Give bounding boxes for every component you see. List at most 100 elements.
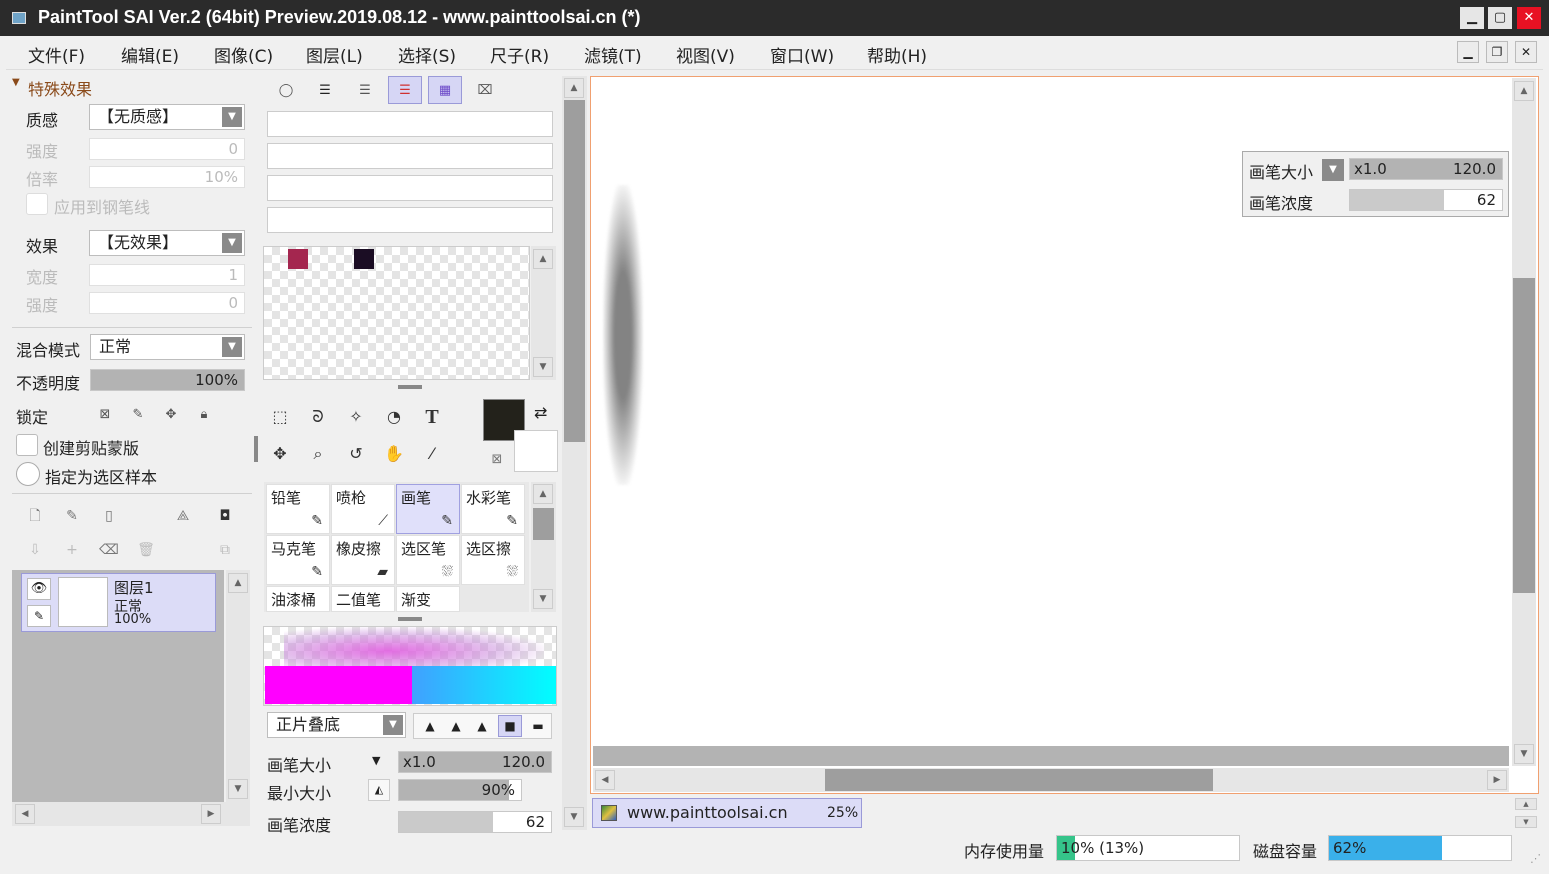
texture-strength-slider[interactable]: 0 (89, 138, 245, 160)
brush-tool[interactable]: 画笔 ✎ (396, 484, 460, 534)
color-slider-4[interactable] (267, 207, 553, 233)
color-slider-3[interactable] (267, 175, 553, 201)
scroll-down-icon[interactable]: ▼ (564, 807, 584, 827)
menu-ruler[interactable]: 尺子(R) (490, 42, 549, 67)
canvas-vscrollbar[interactable] (1512, 78, 1536, 766)
swatch[interactable] (288, 249, 308, 269)
chevron-down-icon[interactable]: ▼ (1322, 159, 1344, 181)
resize-grip-icon[interactable]: ⋰ (1530, 852, 1541, 865)
eyedropper-icon[interactable]: ⁄ (415, 437, 449, 471)
scroll-down-icon[interactable]: ▼ (533, 357, 553, 377)
layer-row[interactable]: 👁︎ ✎ 图层1 正常 100% (21, 573, 216, 632)
scroll-down-icon[interactable]: ▼ (228, 779, 248, 799)
menu-view[interactable]: 视图(V) (676, 42, 735, 67)
brush-tool[interactable]: 选区笔 ⛆ (396, 535, 460, 585)
effects-header[interactable]: 特殊效果 (28, 76, 92, 100)
hand-icon[interactable]: ✋ (377, 437, 411, 471)
shape-square-icon[interactable]: ■ (498, 715, 522, 737)
pen-icon[interactable]: ✎ (27, 605, 51, 627)
brush-tool[interactable]: 橡皮擦 ▰ (331, 535, 395, 585)
close-button[interactable]: ✕ (1517, 7, 1541, 29)
brush-tool[interactable]: 油漆桶 (266, 586, 330, 612)
new-linework-layer-icon[interactable]: ✎ (61, 505, 83, 527)
minimize-button[interactable]: ▁ (1460, 7, 1484, 29)
scroll-left-icon[interactable]: ◀ (15, 804, 35, 824)
scroll-left-icon[interactable]: ◀ (595, 770, 615, 790)
text-icon[interactable]: T (415, 400, 449, 434)
clipping-mask-checkbox[interactable] (16, 434, 38, 456)
color-mixer[interactable] (263, 626, 557, 706)
scroll-down-icon[interactable]: ▼ (1514, 744, 1534, 764)
lasso-icon[interactable]: ᘐ (301, 400, 335, 434)
shape-sharp-icon[interactable]: ▲ (420, 716, 440, 736)
scroll-down-icon[interactable]: ▼ (533, 589, 553, 609)
menu-filter[interactable]: 滤镜(T) (584, 42, 642, 67)
scale-slider[interactable]: 10% (89, 166, 245, 188)
canvas-hscrollbar[interactable] (593, 768, 1509, 792)
scroll-up-icon[interactable]: ▲ (228, 573, 248, 593)
transparent-color-icon[interactable]: ⊠ (486, 449, 508, 471)
duplicate-layer-icon[interactable]: ⧉ (214, 539, 236, 561)
brush-blend-select[interactable]: 正片叠底 ▼ (267, 712, 406, 738)
menu-file[interactable]: 文件(F) (28, 42, 85, 67)
shape-icon[interactable]: ◔ (377, 400, 411, 434)
brush-size-slider[interactable]: x1.0 120.0 (398, 751, 552, 773)
brush-tool[interactable]: 喷枪 ⟋ (331, 484, 395, 534)
mdi-restore-button[interactable]: ❐ (1486, 41, 1508, 63)
rotate-icon[interactable]: ↺ (339, 437, 373, 471)
swatch[interactable] (354, 249, 374, 269)
lock-paint-icon[interactable]: ✎ (124, 401, 152, 429)
tool-panel-scrollbar[interactable] (562, 76, 587, 830)
color-slider-icon[interactable]: ☰ (388, 76, 422, 104)
min-size-slider[interactable]: 90% (398, 779, 522, 801)
eye-icon[interactable]: 👁︎ (27, 578, 51, 600)
opacity-slider[interactable]: 100% (90, 369, 245, 391)
scroll-right-icon[interactable]: ▶ (201, 804, 221, 824)
rgb-slider-icon[interactable]: ☰ (310, 77, 340, 105)
secondary-color[interactable] (514, 430, 558, 472)
add-icon[interactable]: + (61, 539, 83, 561)
blend-mode-select[interactable]: 正常 ▼ (90, 334, 245, 360)
width-slider[interactable]: 1 (89, 264, 245, 286)
menu-select[interactable]: 选择(S) (398, 42, 456, 67)
texture-select[interactable]: 【无质感】 ▼ (89, 104, 245, 130)
lock-all-icon[interactable]: 🔒︎ (190, 401, 218, 429)
clear-layer-icon[interactable]: ⌫ (98, 539, 120, 561)
scroll-up-icon[interactable]: ▲ (533, 484, 553, 504)
delete-layer-icon[interactable]: 🗑︎ (135, 539, 157, 561)
document-tab[interactable]: www.painttoolsai.cn 25% (592, 798, 862, 828)
selection-source-radio[interactable] (16, 462, 40, 486)
color-slider-2[interactable] (267, 143, 553, 169)
menu-image[interactable]: 图像(C) (214, 42, 273, 67)
scratchpad-icon[interactable]: ⌧ (470, 77, 500, 105)
swatch-palette[interactable] (263, 246, 530, 380)
tab-scroll-down-icon[interactable]: ▼ (1515, 816, 1537, 828)
brush-tool[interactable]: 二值笔 (331, 586, 395, 612)
menu-edit[interactable]: 编辑(E) (121, 42, 179, 67)
apply-pen-checkbox[interactable] (26, 193, 48, 215)
shape-flat-icon[interactable]: ▲ (472, 716, 492, 736)
brush-tool[interactable]: 选区擦 ⛆ (461, 535, 525, 585)
new-layer-icon[interactable]: 🗋︎ (24, 505, 46, 527)
mdi-minimize-button[interactable]: ▁ (1457, 41, 1479, 63)
magic-wand-icon[interactable]: ✧ (339, 400, 373, 434)
layer-effect-icon[interactable]: ⟁ (172, 505, 194, 527)
brush-tool[interactable]: 渐变 (396, 586, 460, 612)
scroll-up-icon[interactable]: ▲ (533, 249, 553, 269)
panel-splitter[interactable] (254, 436, 258, 462)
scroll-right-icon[interactable]: ▶ (1487, 770, 1507, 790)
swatches-icon[interactable]: ▦ (428, 76, 462, 104)
hsv-slider-icon[interactable]: ☰ (350, 77, 380, 105)
rect-select-icon[interactable]: ⬚ (263, 400, 297, 434)
scroll-up-icon[interactable]: ▲ (564, 78, 584, 98)
brush-density-slider[interactable]: 62 (398, 811, 552, 833)
new-folder-icon[interactable]: ▯ (98, 505, 120, 527)
brush-tool[interactable]: 水彩笔 ✎ (461, 484, 525, 534)
menu-help[interactable]: 帮助(H) (867, 42, 927, 67)
panel-splitter[interactable] (398, 385, 422, 389)
layer-mask-icon[interactable]: ◘ (214, 505, 236, 527)
shape-round-icon[interactable]: ▲ (446, 716, 466, 736)
scroll-up-icon[interactable]: ▲ (1514, 81, 1534, 101)
mdi-close-button[interactable]: ✕ (1515, 41, 1537, 63)
effect-strength-slider[interactable]: 0 (89, 292, 245, 314)
